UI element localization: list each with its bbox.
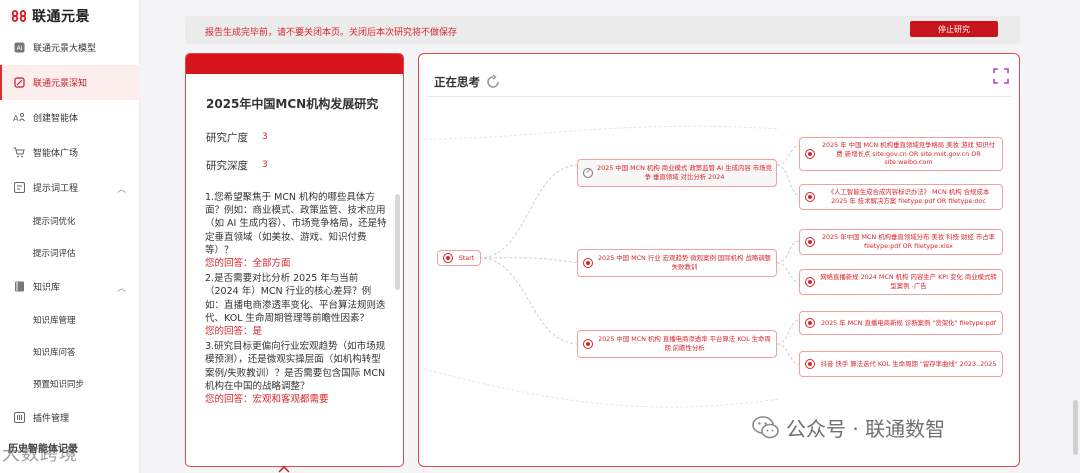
- sidebar-item-label: 联通元景深知: [33, 79, 88, 89]
- sidebar-item-label: 智能体广场: [33, 149, 79, 159]
- mindmap-leaf-node[interactable]: 2025 年中国 MCN 机构垂直领域分布 美妆 科技 财经 市占率 filet…: [799, 229, 1003, 255]
- node-bullet-icon: [583, 339, 593, 349]
- node-bullet-icon: [805, 192, 815, 202]
- app-logo[interactable]: 联通元景: [12, 6, 90, 26]
- prompt-icon: [12, 181, 26, 195]
- leaf-label: 2025 年中国 MCN 机构垂直领域分布 美妆 科技 财经 市占率 filet…: [821, 233, 996, 250]
- answer-2: 您的回答：是: [205, 326, 263, 338]
- research-breadth: 研究广度 3: [206, 130, 268, 145]
- question-2: 2.是否需要对比分析 2025 年与当前（2024 年）MCN 行业的核心差异？…: [205, 273, 386, 324]
- leaf-label: 2025 年 MCN 直播电商新规 诊断案例 "货架化" filetype:pd…: [820, 318, 997, 327]
- node-bullet-icon: [443, 253, 453, 263]
- mindmap-leaf-node[interactable]: 网络直播新规 2024 MCN 机构 内容生产 KPI 变化 商业模式转型案例 …: [799, 269, 1003, 295]
- leaf-label: 2025 年 中国 MCN 机构垂直领域竞争格局 美妆 游戏 知识付费 新增长点…: [821, 141, 996, 167]
- breadth-value: 3: [262, 132, 268, 142]
- breadth-label: 研究广度: [206, 132, 248, 144]
- ai-chip-icon: AI: [12, 41, 26, 55]
- sidebar-item-deepknow[interactable]: 联通元景深知: [0, 65, 140, 100]
- cart-icon: [12, 146, 26, 160]
- thinking-header: 正在思考: [434, 74, 501, 90]
- sidebar-item-knowledge-base[interactable]: 知识库 ︿: [0, 269, 140, 304]
- node-bullet-icon: [805, 237, 815, 247]
- branch-label: 2025 中国 MCN 机构 直播电商渗透率 平台算法 KOL 生命周期 前瞻性…: [598, 335, 771, 352]
- warning-text: 报告生成完毕前，请不要关闭本页。关闭后本次研究将不做保存: [205, 28, 458, 38]
- svg-text:A: A: [13, 114, 19, 123]
- sidebar-item-create-agent[interactable]: A 创建智能体: [0, 100, 140, 135]
- leaf-label: 抖音 快手 算法迭代 KOL 生命周期 "留存率曲线" 2023..2025: [820, 359, 997, 368]
- stop-research-button[interactable]: 停止研究: [910, 21, 998, 37]
- unicom-logo-icon: [12, 9, 28, 23]
- collapse-caret-icon[interactable]: [278, 466, 290, 473]
- sidebar-item-kb-qa[interactable]: 知识库问答: [0, 336, 140, 368]
- research-config-panel: 2025年中国MCN机构发展研究 研究广度 3 研究深度 3 1.您希望聚焦于 MC…: [185, 53, 404, 467]
- answer-1: 您的回答：全部方面: [205, 258, 291, 270]
- mindmap-branch-node[interactable]: 2025 中国 MCN 机构 直播电商渗透率 平台算法 KOL 生命周期 前瞻性…: [577, 330, 777, 358]
- branch-label: 2025 中国 MCN 行业 宏观趋势 微观案例 国际机构 战略调整 失败教训: [597, 254, 772, 271]
- tablet-icon: [12, 76, 26, 90]
- sidebar-item-label: 提示词工程: [33, 184, 79, 194]
- wechat-icon: [752, 415, 779, 438]
- chevron-up-icon: ︿: [116, 185, 126, 195]
- chevron-up-icon: ︿: [116, 284, 126, 294]
- node-bullet-icon: [805, 318, 815, 328]
- warning-banner: 报告生成完毕前，请不要关闭本页。关闭后本次研究将不做保存 停止研究: [185, 16, 1020, 44]
- app-title: 联通元景: [32, 9, 90, 25]
- sidebar: 联通元景 AI 联通元景大模型 联通元景深知 A 创建智能体 智能体广场 提示词…: [0, 0, 140, 473]
- research-title: 2025年中国MCN机构发展研究: [206, 97, 379, 111]
- question-1: 1.您希望聚焦于 MCN 机构的哪些具体方面？例如：商业模式、政策监管、技术应用…: [205, 192, 387, 256]
- sidebar-item-model[interactable]: AI 联通元景大模型: [0, 30, 140, 65]
- leaf-label: 网络直播新规 2024 MCN 机构 内容生产 KPI 变化 商业模式转型案例 …: [820, 273, 997, 290]
- qa-list: 1.您希望聚焦于 MCN 机构的哪些具体方面？例如：商业模式、政策监管、技术应用…: [205, 191, 387, 408]
- root-label: Start: [458, 253, 475, 262]
- fullscreen-icon[interactable]: [993, 68, 1009, 84]
- sidebar-item-label: 创建智能体: [33, 114, 79, 124]
- leaf-label: 《人工智能生成合成内容标识办法》 MCN 机构 合规成本 2025 年 技术解决…: [827, 188, 990, 205]
- depth-label: 研究深度: [206, 160, 248, 172]
- sidebar-item-label: 插件管理: [33, 414, 70, 424]
- header-divider: [427, 96, 1011, 97]
- node-bullet-icon: [805, 149, 815, 159]
- answer-3: 您的回答：宏观和客观都需要: [205, 394, 329, 406]
- question-3: 3.研究目标更偏向行业宏观趋势（如市场规模预测），还是微观实操层面（如机构转型案…: [205, 341, 386, 392]
- sidebar-item-kb-manage[interactable]: 知识库管理: [0, 304, 140, 336]
- sidebar-item-prompt-evaluate[interactable]: 提示词评估: [0, 237, 140, 269]
- panel-scrollbar[interactable]: [395, 194, 400, 290]
- mindmap-leaf-node[interactable]: 2025 年 中国 MCN 机构垂直领域竞争格局 美妆 游戏 知识付费 新增长点…: [799, 137, 1003, 171]
- mindmap-leaf-node[interactable]: 2025 年 MCN 直播电商新规 诊断案例 "货架化" filetype:pd…: [799, 311, 1003, 335]
- wechat-watermark: 公众号 · 联通数智: [752, 413, 945, 442]
- node-bullet-icon: [805, 359, 815, 369]
- sidebar-item-agent-square[interactable]: 智能体广场: [0, 135, 140, 170]
- thinking-title: 正在思考: [434, 75, 480, 89]
- branch-label: 2025 中国 MCN 机构 商业模式 政策监管 AI 生成内容 市场竞争 垂直…: [597, 164, 772, 181]
- sidebar-nav: AI 联通元景大模型 联通元景深知 A 创建智能体 智能体广场 提示词工程 ︿ …: [0, 30, 140, 435]
- panel-header-bar: [186, 54, 403, 74]
- book-icon: [12, 280, 26, 294]
- svg-text:AI: AI: [16, 45, 22, 52]
- node-bullet-icon: [583, 258, 593, 268]
- mindmap-branch-node[interactable]: 2025 中国 MCN 机构 商业模式 政策监管 AI 生成内容 市场竞争 垂直…: [577, 159, 777, 187]
- sidebar-item-label: 知识库: [33, 283, 61, 293]
- sidebar-item-label: 联通元景大模型: [33, 44, 97, 54]
- depth-value: 3: [262, 160, 268, 170]
- sidebar-item-plugins[interactable]: 插件管理: [0, 400, 140, 435]
- agent-icon: A: [12, 111, 26, 125]
- sidebar-item-prompt-optimize[interactable]: 提示词优化: [0, 205, 140, 237]
- mindmap-root-node[interactable]: Start: [437, 250, 481, 266]
- sidebar-item-prompt-engineering[interactable]: 提示词工程 ︿: [0, 170, 140, 205]
- watermark-text: 公众号 · 联通数智: [786, 417, 946, 441]
- mindmap-leaf-node[interactable]: 《人工智能生成合成内容标识办法》 MCN 机构 合规成本 2025 年 技术解决…: [799, 184, 1003, 210]
- research-depth: 研究深度 3: [206, 158, 268, 173]
- check-icon: [583, 168, 593, 178]
- mindmap-branch-node[interactable]: 2025 中国 MCN 行业 宏观趋势 微观案例 国际机构 战略调整 失败教训: [577, 249, 777, 277]
- plugin-icon: [12, 411, 26, 425]
- corner-watermark: 大数跨境: [2, 440, 78, 466]
- loading-spinner-icon: [487, 74, 499, 88]
- thinking-panel: 正在思考 Start 2025 中: [418, 53, 1020, 467]
- mindmap-leaf-node[interactable]: 抖音 快手 算法迭代 KOL 生命周期 "留存率曲线" 2023..2025: [799, 351, 1003, 377]
- node-bullet-icon: [805, 277, 815, 287]
- page-scrollbar[interactable]: [1073, 400, 1078, 455]
- sidebar-item-kb-sync[interactable]: 预置知识同步: [0, 368, 140, 400]
- watermark-text: 大数跨境: [2, 444, 78, 465]
